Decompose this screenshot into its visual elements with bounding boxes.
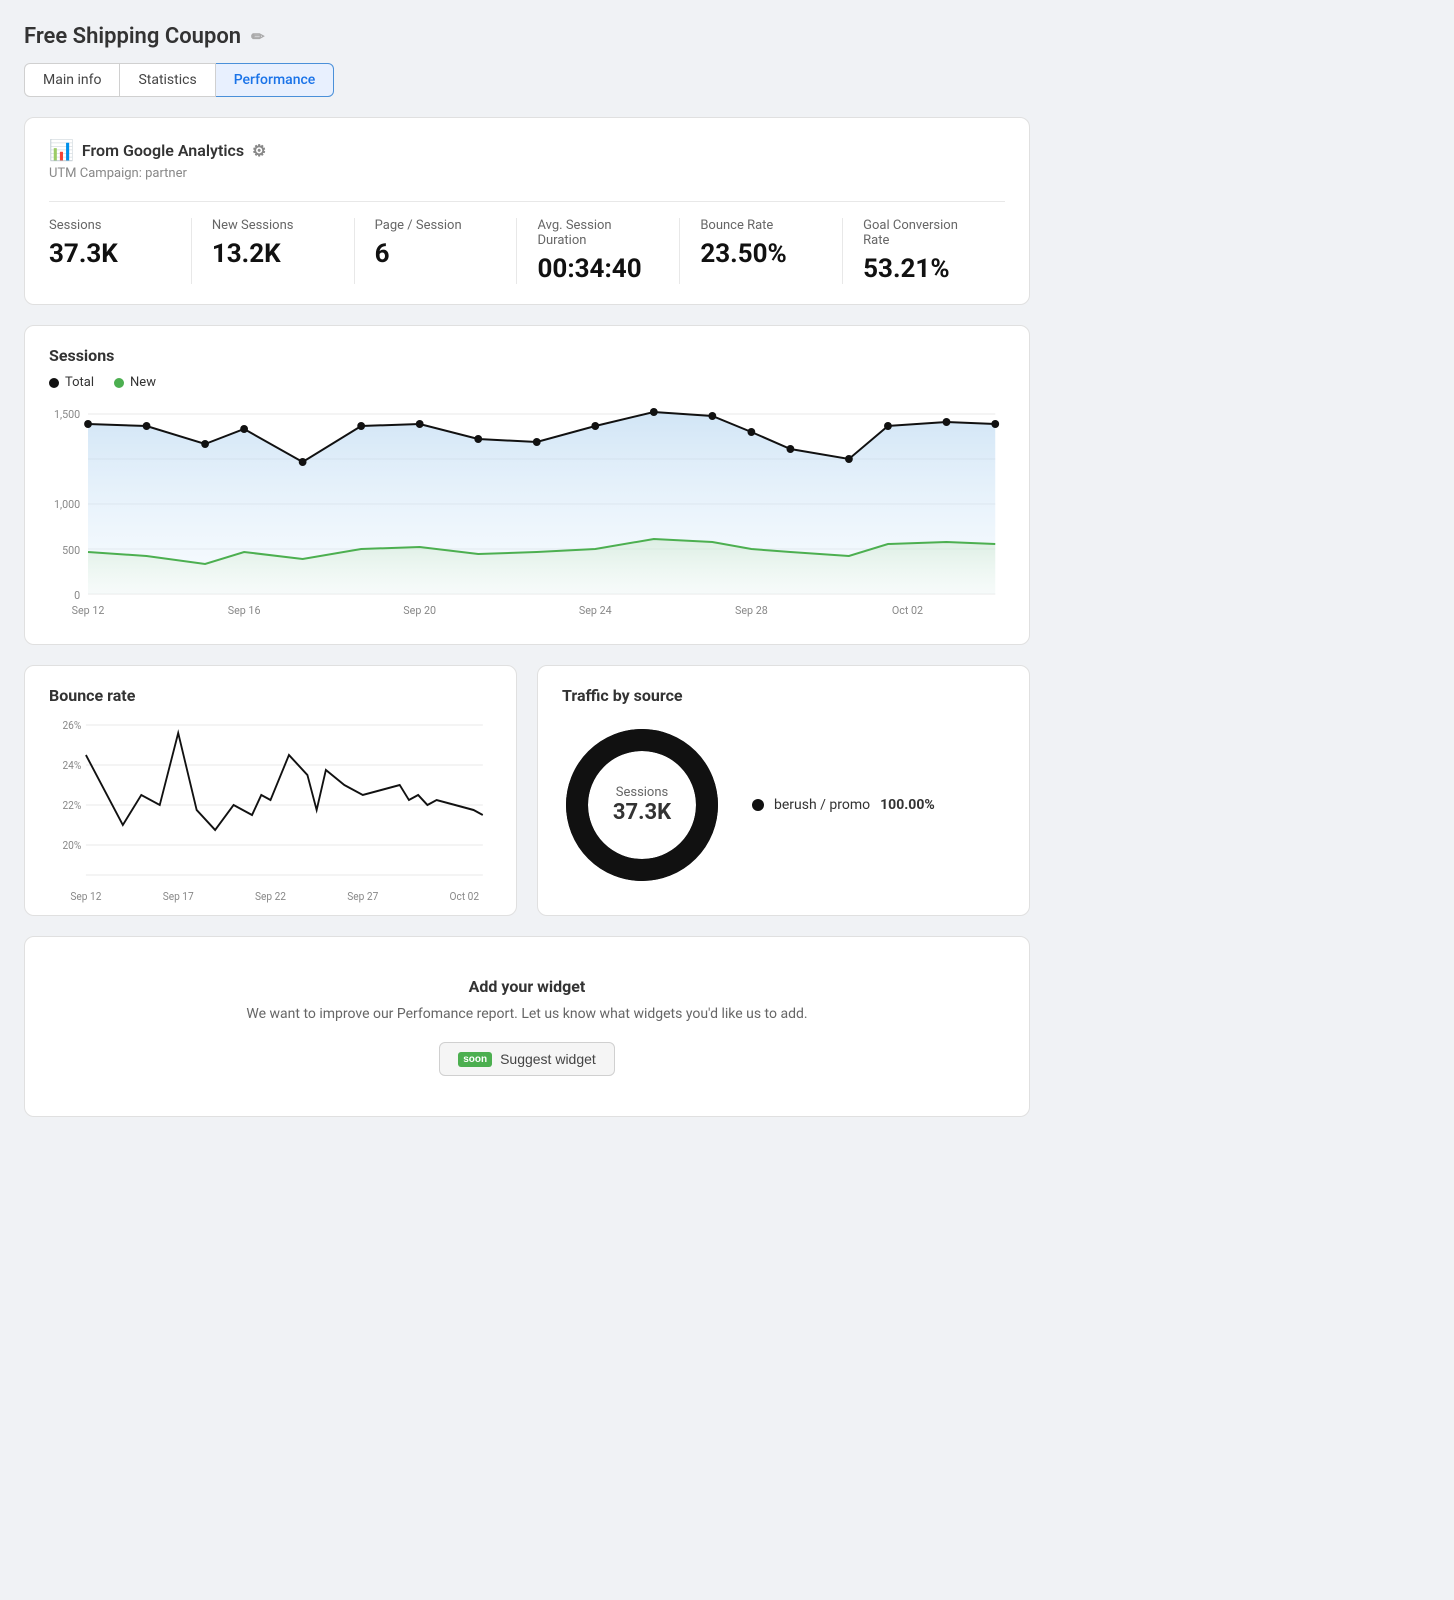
legend-label-new: New — [130, 375, 156, 390]
traffic-legend-item: berush / promo 100.00% — [752, 797, 935, 813]
add-widget-title: Add your widget — [49, 977, 1005, 996]
svg-text:500: 500 — [62, 544, 80, 557]
svg-text:24%: 24% — [62, 759, 81, 773]
svg-text:Sep 17: Sep 17 — [163, 890, 194, 904]
svg-text:Sep 27: Sep 27 — [347, 890, 378, 904]
svg-text:1,500: 1,500 — [54, 408, 80, 421]
traffic-source-pct: 100.00% — [880, 797, 935, 813]
svg-text:Sep 16: Sep 16 — [228, 604, 261, 617]
sessions-chart: 1,500 1,000 500 0 — [49, 404, 1005, 624]
svg-text:Sep 20: Sep 20 — [403, 604, 436, 617]
metric-value-new-sessions: 13.2K — [212, 239, 334, 269]
metric-label-goal-conversion: Goal Conversion Rate — [863, 218, 985, 248]
metric-label-new-sessions: New Sessions — [212, 218, 334, 233]
legend-total: Total — [49, 375, 94, 390]
soon-badge: soon — [458, 1052, 492, 1067]
bounce-chart-title: Bounce rate — [49, 686, 492, 705]
metric-avg-duration: Avg. Session Duration 00:34:40 — [537, 218, 680, 284]
sessions-chart-title: Sessions — [49, 346, 1005, 365]
title-text: Free Shipping Coupon — [24, 24, 241, 49]
svg-text:Sep 12: Sep 12 — [72, 604, 105, 617]
sessions-chart-legend: Total New — [49, 375, 1005, 390]
metric-value-avg-duration: 00:34:40 — [537, 254, 659, 284]
metric-label-page-session: Page / Session — [375, 218, 497, 233]
donut-label: Sessions 37.3K — [613, 785, 671, 825]
legend-label-total: Total — [65, 375, 94, 390]
suggest-widget-label: Suggest widget — [500, 1051, 596, 1067]
add-widget-card: Add your widget We want to improve our P… — [24, 936, 1030, 1117]
legend-dot-total — [49, 378, 59, 388]
analytics-icon: 📊 — [49, 138, 74, 162]
analytics-title: From Google Analytics — [82, 141, 244, 160]
svg-text:0: 0 — [74, 589, 80, 602]
metric-value-sessions: 37.3K — [49, 239, 171, 269]
tab-main-info[interactable]: Main info — [24, 63, 120, 97]
svg-text:Sep 12: Sep 12 — [70, 890, 101, 904]
metric-new-sessions: New Sessions 13.2K — [212, 218, 355, 284]
svg-text:Sep 22: Sep 22 — [255, 890, 286, 904]
svg-text:22%: 22% — [62, 799, 81, 813]
traffic-legend: berush / promo 100.00% — [752, 797, 935, 813]
legend-dot-new — [114, 378, 124, 388]
svg-text:Sep 24: Sep 24 — [579, 604, 612, 617]
tab-statistics[interactable]: Statistics — [120, 63, 215, 97]
add-widget-description: We want to improve our Perfomance report… — [49, 1006, 1005, 1022]
traffic-source-card: Traffic by source Sessions 37.3K berush … — [537, 665, 1030, 916]
metric-bounce-rate: Bounce Rate 23.50% — [700, 218, 843, 284]
legend-new: New — [114, 375, 156, 390]
svg-text:Sep 28: Sep 28 — [735, 604, 768, 617]
svg-text:1,000: 1,000 — [54, 498, 80, 511]
metric-sessions: Sessions 37.3K — [49, 218, 192, 284]
bounce-chart: 26% 24% 22% 20% Sep 12 Sep 17 Sep 22 Sep… — [49, 715, 492, 895]
suggest-widget-button[interactable]: soon Suggest widget — [439, 1042, 615, 1076]
page-title: Free Shipping Coupon ✏ — [24, 24, 1030, 49]
traffic-source-name: berush / promo — [774, 797, 870, 813]
metric-value-bounce-rate: 23.50% — [700, 239, 822, 269]
analytics-card: 📊 From Google Analytics ⚙ UTM Campaign: … — [24, 117, 1030, 305]
metric-goal-conversion: Goal Conversion Rate 53.21% — [863, 218, 1005, 284]
svg-text:Oct 02: Oct 02 — [450, 890, 480, 904]
svg-text:20%: 20% — [62, 839, 81, 853]
metric-label-avg-duration: Avg. Session Duration — [537, 218, 659, 248]
metric-label-sessions: Sessions — [49, 218, 171, 233]
utm-label: UTM Campaign: partner — [49, 166, 1005, 181]
metric-page-session: Page / Session 6 — [375, 218, 518, 284]
bottom-charts: Bounce rate 26% 24% 22% 20% Sep 12 Sep 1… — [24, 665, 1030, 916]
analytics-header: 📊 From Google Analytics ⚙ — [49, 138, 1005, 162]
traffic-content: Sessions 37.3K berush / promo 100.00% — [562, 715, 1005, 885]
traffic-chart-title: Traffic by source — [562, 686, 1005, 705]
metric-label-bounce-rate: Bounce Rate — [700, 218, 822, 233]
svg-text:Oct 02: Oct 02 — [892, 604, 923, 617]
metric-value-goal-conversion: 53.21% — [863, 254, 985, 284]
tab-bar: Main info Statistics Performance — [24, 63, 1030, 97]
tab-performance[interactable]: Performance — [216, 63, 335, 97]
donut-sessions-value: 37.3K — [613, 800, 671, 825]
donut-sessions-label: Sessions — [613, 785, 671, 800]
donut-chart: Sessions 37.3K — [562, 725, 722, 885]
traffic-dot — [752, 799, 764, 811]
settings-icon[interactable]: ⚙ — [252, 141, 266, 160]
bounce-rate-card: Bounce rate 26% 24% 22% 20% Sep 12 Sep 1… — [24, 665, 517, 916]
metrics-row: Sessions 37.3K New Sessions 13.2K Page /… — [49, 201, 1005, 284]
sessions-chart-card: Sessions Total New 1,500 1,000 500 0 — [24, 325, 1030, 645]
edit-icon[interactable]: ✏ — [251, 27, 264, 46]
svg-text:26%: 26% — [62, 719, 81, 733]
metric-value-page-session: 6 — [375, 239, 497, 269]
